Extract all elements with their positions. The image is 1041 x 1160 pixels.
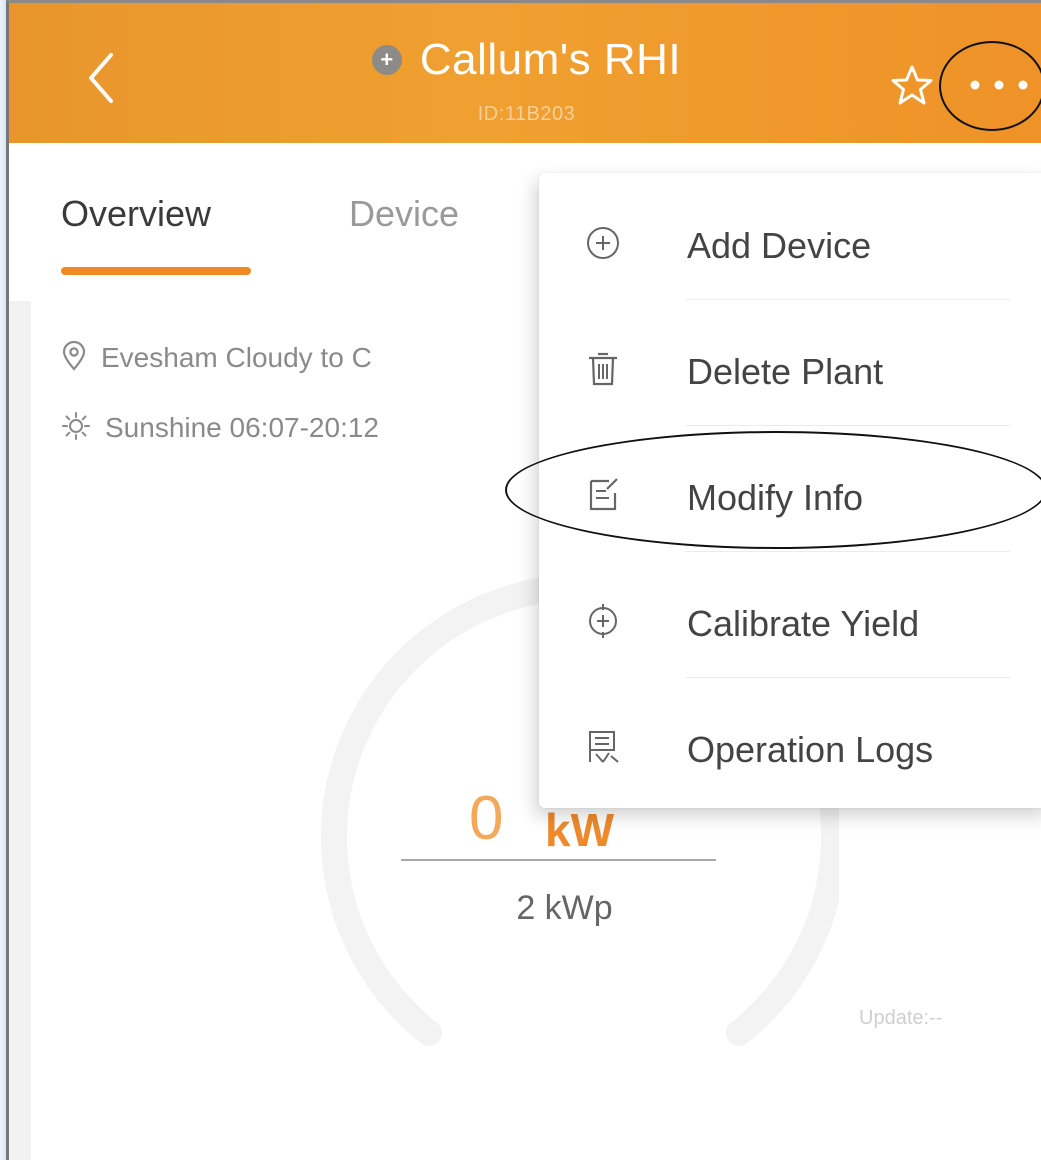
- menu-divider: [685, 425, 1010, 426]
- gauge-divider: [401, 859, 716, 861]
- annotation-circle: [939, 41, 1041, 131]
- update-status: Update:--: [859, 1007, 943, 1029]
- menu-item-calibrate-yield[interactable]: Calibrate Yield: [539, 557, 1041, 683]
- plus-circle-icon: +: [371, 45, 402, 75]
- menu-item-add-device[interactable]: Add Device: [539, 179, 1041, 305]
- menu-divider: [685, 299, 1010, 300]
- calibrate-icon: [589, 604, 617, 638]
- current-power-unit: kW: [545, 804, 614, 856]
- current-power-value: 0: [469, 784, 504, 853]
- menu-item-label: Add Device: [687, 225, 872, 266]
- sun-icon: [62, 412, 90, 440]
- trash-icon: [589, 352, 617, 386]
- favorite-button[interactable]: [889, 63, 935, 109]
- tab-device[interactable]: Device: [349, 193, 459, 235]
- sunshine-text: Sunshine 06:07-20:12: [105, 412, 379, 443]
- top-app-bar: + Callum's RHI ID:11B203: [9, 3, 1041, 143]
- sunshine-row: Sunshine 06:07-20:12: [61, 411, 379, 444]
- tab-overview[interactable]: Overview: [61, 193, 211, 235]
- add-circle-icon: [587, 227, 619, 259]
- menu-item-delete-plant[interactable]: Delete Plant: [539, 305, 1041, 431]
- menu-caret: [983, 149, 1015, 171]
- menu-item-operation-logs[interactable]: Operation Logs: [539, 683, 1041, 809]
- log-list-icon: [589, 731, 619, 763]
- menu-item-label: Calibrate Yield: [687, 603, 920, 644]
- menu-divider: [685, 551, 1010, 552]
- star-outline-icon: [891, 65, 933, 105]
- title-block: + Callum's RHI: [9, 35, 1041, 85]
- location-pin-icon: [62, 340, 86, 371]
- menu-item-label: Operation Logs: [687, 729, 934, 770]
- location-text: Evesham Cloudy to C: [101, 342, 372, 373]
- annotation-ellipse: [505, 431, 1041, 549]
- installed-capacity: 2 kWp: [516, 889, 613, 927]
- plant-id: ID:11B203: [477, 103, 576, 125]
- active-tab-indicator: [61, 267, 251, 275]
- page-title: Callum's RHI: [419, 35, 682, 84]
- app-screen: + Callum's RHI ID:11B203 Overview Device: [6, 0, 1041, 1160]
- menu-item-label: Delete Plant: [687, 351, 884, 392]
- menu-divider: [685, 677, 1010, 678]
- weather-location-row: Evesham Cloudy to C: [61, 340, 372, 374]
